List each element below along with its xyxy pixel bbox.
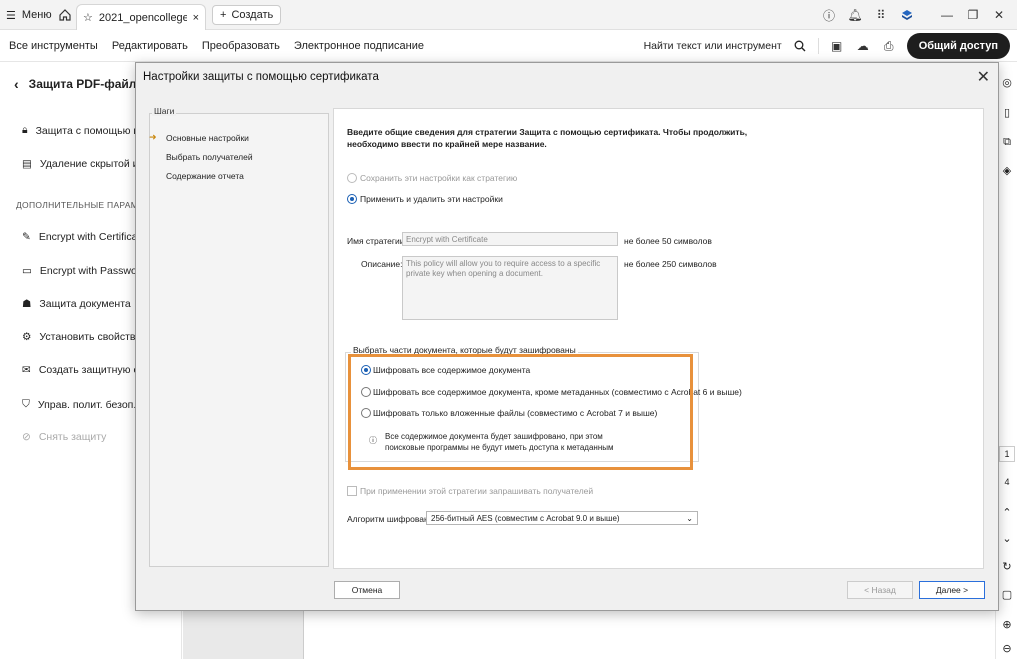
close-window-icon[interactable]: ✕: [991, 7, 1007, 23]
cancel-button[interactable]: Отмена: [334, 581, 400, 599]
certificate-icon: ✎: [22, 231, 31, 243]
tool-encrypt-password[interactable]: ▭ Encrypt with Password: [22, 265, 146, 277]
copy-icon[interactable]: ⧉: [999, 134, 1015, 150]
layers-icon[interactable]: ◈: [999, 162, 1015, 178]
panel-title: Защита PDF-файла: [28, 77, 144, 91]
description-hint: не более 250 символов: [624, 259, 717, 269]
lock-icon: 🔒︎: [22, 124, 28, 136]
key-icon: ▭: [22, 265, 32, 277]
current-step-arrow-icon: ➜: [149, 132, 157, 142]
divider: [817, 38, 819, 54]
ask-recipients-checkbox: [347, 486, 357, 496]
main-toolbar: Все инструменты Редактировать Преобразов…: [0, 30, 1017, 62]
apply-and-discard-radio[interactable]: [347, 194, 357, 204]
document-check-icon: ▤: [22, 158, 32, 170]
algorithm-select[interactable]: 256-битный AES (совместим с Acrobat 9.0 …: [426, 511, 698, 525]
home-button[interactable]: [56, 0, 74, 30]
step-basic-settings: Основные настройки: [166, 133, 249, 143]
description-textarea[interactable]: This policy will allow you to require ac…: [402, 256, 618, 320]
tool-label: Encrypt with Password: [39, 265, 147, 277]
close-icon[interactable]: ✕: [977, 67, 990, 87]
menu-all-tools[interactable]: Все инструменты: [9, 40, 98, 52]
tool-remove-security: ⊘ Снять защиту: [22, 431, 106, 443]
steps-panel: [149, 113, 329, 567]
bell-icon[interactable]: 🔔︎: [847, 7, 863, 23]
highlight-annotation: [348, 354, 693, 470]
settings-icon: ⚙: [22, 331, 32, 343]
steps-label: Шаги: [152, 106, 177, 116]
restore-icon[interactable]: ❐: [965, 7, 981, 23]
intro-text-line1: Введите общие сведения для стратегии Защ…: [347, 127, 748, 137]
star-icon[interactable]: ☆: [83, 11, 93, 24]
dialog-title: Настройки защиты с помощью сертификата: [143, 71, 379, 83]
menu-edit[interactable]: Редактировать: [112, 40, 188, 52]
new-tab-button[interactable]: + Создать: [212, 5, 282, 25]
zoom-in-icon[interactable]: ⊕: [999, 616, 1015, 632]
page-thumbnails-icon[interactable]: ▯: [999, 104, 1015, 120]
back-button: < Назад: [847, 581, 913, 599]
save-as-policy-radio: [347, 173, 357, 183]
hamburger-icon: ☰: [6, 9, 16, 22]
chevron-up-icon[interactable]: ⌃: [999, 504, 1015, 520]
rotate-icon[interactable]: ↻: [999, 558, 1015, 574]
share-button[interactable]: Общий доступ: [906, 33, 1010, 59]
certificate-security-dialog: Настройки защиты с помощью сертификата ✕…: [135, 62, 999, 611]
minimize-icon[interactable]: —: [939, 7, 955, 23]
unlock-icon: ⊘: [22, 431, 31, 443]
comment-icon[interactable]: ◎: [999, 74, 1015, 90]
tool-label: Encrypt with Certificate: [38, 231, 147, 243]
ask-recipients-label: При применении этой стратегии запрашиват…: [360, 486, 594, 496]
tool-label: Снять защиту: [38, 431, 107, 443]
upload-cloud-icon[interactable]: ☁: [855, 38, 871, 54]
step-select-recipients: Выбрать получателей: [166, 152, 253, 162]
tool-label: Защита документа: [39, 298, 131, 310]
tool-encrypt-certificate[interactable]: ✎ Encrypt with Certificate: [22, 231, 146, 243]
intro-text-line2: необходимо ввести по крайней мере назван…: [347, 139, 547, 149]
search-label[interactable]: Найти текст или инструмент: [644, 40, 782, 52]
chevron-down-icon[interactable]: ⌄: [999, 530, 1015, 546]
user-lock-icon: ☗: [22, 298, 32, 310]
fit-page-icon[interactable]: ▢: [999, 586, 1015, 602]
panel-header: ‹ Защита PDF-файла: [14, 76, 143, 92]
tab-file[interactable]: ☆ 2021_opencollege.pdf ×: [76, 4, 206, 30]
policy-name-label: Имя стратегии:: [347, 236, 407, 246]
plus-icon: +: [220, 9, 227, 21]
file-tab-title: 2021_opencollege.pdf: [98, 11, 187, 24]
policy-name-hint: не более 50 символов: [624, 236, 712, 246]
menu-button[interactable]: ☰ Меню: [6, 0, 52, 30]
envelope-icon: ✉: [22, 364, 31, 376]
save-icon[interactable]: ▣: [829, 38, 845, 54]
chevron-down-icon: ⌄: [686, 513, 693, 523]
new-tab-label: Создать: [231, 9, 274, 21]
print-icon[interactable]: ⎙: [881, 38, 897, 54]
avatar[interactable]: [899, 7, 915, 23]
current-page-number[interactable]: 1: [999, 446, 1015, 462]
menu-e-sign[interactable]: Электронное подписание: [294, 40, 424, 52]
step-report-content: Содержание отчета: [166, 171, 244, 181]
description-label: Описание:: [361, 259, 403, 269]
home-icon: [59, 9, 71, 21]
window-controls: ⓘ 🔔︎ ⠿ — ❐ ✕: [821, 0, 1007, 30]
apply-and-discard-label[interactable]: Применить и удалить эти настройки: [360, 194, 503, 204]
apps-grid-icon[interactable]: ⠿: [873, 7, 889, 23]
toolbar-right: Найти текст или инструмент ▣ ☁ ⎙ Общий д…: [644, 32, 1010, 60]
tab-bar: ☰ Меню ☆ 2021_opencollege.pdf × + Создат…: [0, 0, 1017, 30]
menu-convert[interactable]: Преобразовать: [202, 40, 280, 52]
menu-label: Меню: [21, 9, 52, 21]
zoom-out-icon[interactable]: ⊖: [999, 640, 1015, 656]
back-chevron-icon[interactable]: ‹: [14, 76, 19, 92]
tool-manage-policies[interactable]: ⛉ Управ. полит. безоп.: [22, 398, 136, 411]
policy-name-input[interactable]: Encrypt with Certificate: [402, 232, 618, 246]
tool-label: Управ. полит. безоп.: [37, 398, 137, 411]
shield-icon: ⛉: [22, 398, 30, 410]
tool-protect-document[interactable]: ☗ Защита документа ◢: [22, 298, 144, 310]
help-icon[interactable]: ⓘ: [821, 7, 837, 23]
close-tab-icon[interactable]: ×: [193, 12, 199, 24]
algorithm-value: 256-битный AES (совместим с Acrobat 9.0 …: [431, 513, 620, 523]
save-as-policy-label: Сохранить эти настройки как стратегию: [360, 173, 518, 183]
search-icon[interactable]: [792, 38, 808, 54]
next-button[interactable]: Далее >: [919, 581, 985, 599]
total-pages: 4: [1004, 477, 1010, 487]
